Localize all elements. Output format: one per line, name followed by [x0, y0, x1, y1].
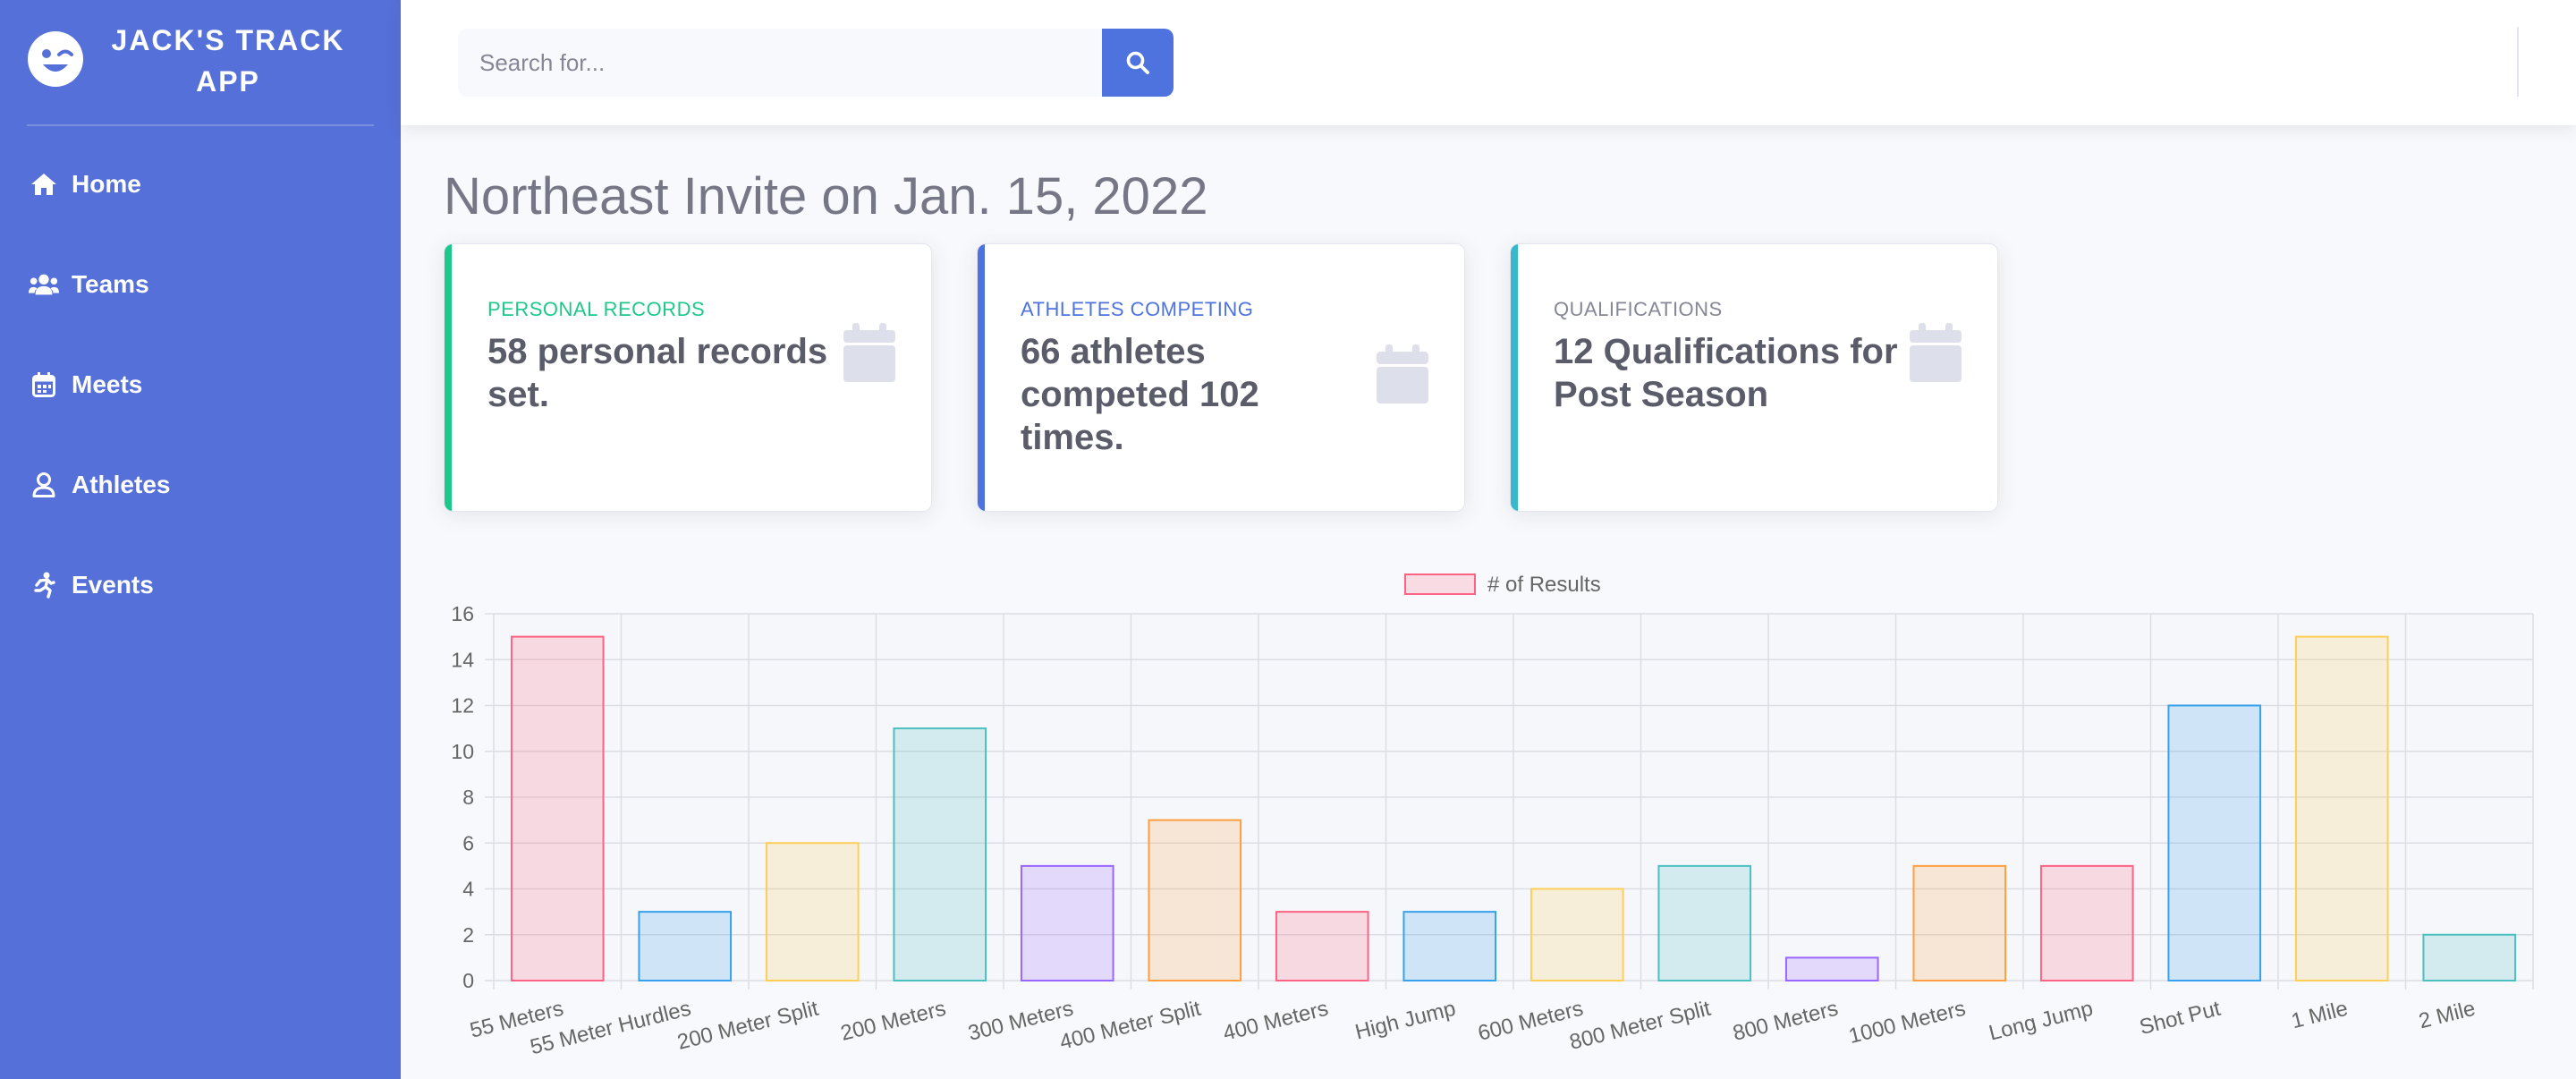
bar [1657, 864, 1752, 981]
card-personal-records: PERSONAL RECORDS 58 personal records set… [444, 243, 932, 512]
y-tick-label: 8 [462, 786, 474, 809]
brand-title: JACK'S TRACK APP [98, 20, 358, 102]
card-athletes-competing: ATHLETES COMPETING 66 athletes competed … [977, 243, 1465, 512]
sidebar-item-label: Athletes [72, 471, 171, 498]
card-label: PERSONAL RECORDS [487, 298, 706, 320]
x-tick-label: 200 Meters [838, 997, 948, 1046]
bar [1402, 911, 1497, 981]
sidebar-item-meets[interactable]: Meets [0, 335, 401, 435]
bar [1020, 864, 1114, 981]
bar [2039, 864, 2134, 981]
x-tick-label: Shot Put [2137, 997, 2223, 1041]
y-tick-label: 16 [451, 602, 474, 625]
y-tick-label: 0 [462, 969, 474, 992]
y-tick-label: 12 [451, 694, 474, 718]
bar [1275, 911, 1369, 981]
calendar-icon [1377, 344, 1428, 404]
sidebar-item-label: Teams [72, 270, 149, 298]
y-tick-label: 14 [451, 648, 474, 671]
brand-title-line1: JACK'S TRACK [111, 24, 345, 56]
bar [2167, 704, 2262, 981]
y-tick-label: 4 [462, 878, 474, 901]
x-tick-label: 2 Mile [2417, 997, 2479, 1034]
calendar-icon [29, 370, 59, 400]
search-icon [1126, 51, 1149, 74]
bar [2422, 933, 2517, 981]
sidebar-nav: Home Teams Meets Athletes Events [0, 134, 401, 635]
x-tick-label: 1 Mile [2289, 997, 2351, 1034]
y-tick-label: 10 [451, 740, 474, 763]
x-tick-label: 800 Meter Split [1567, 997, 1713, 1055]
user-icon [29, 470, 59, 500]
x-tick-label: Long Jump [1987, 997, 2096, 1046]
sidebar-item-label: Meets [72, 370, 143, 398]
card-accent [978, 244, 985, 511]
sidebar-item-events[interactable]: Events [0, 535, 401, 635]
sidebar-item-home[interactable]: Home [0, 134, 401, 234]
bar [510, 635, 605, 981]
search-form [458, 29, 1174, 97]
card-qualifications: QUALIFICATIONS 12 Qualifications for Pos… [1510, 243, 1998, 512]
x-tick-label: 800 Meters [1731, 997, 1841, 1046]
card-label: ATHLETES COMPETING [1021, 298, 1254, 320]
running-icon [29, 570, 59, 600]
x-tick-label: 400 Meter Split [1057, 997, 1203, 1055]
bar [638, 911, 733, 981]
sidebar-item-athletes[interactable]: Athletes [0, 435, 401, 535]
x-tick-label: 200 Meter Split [675, 997, 821, 1055]
bar [893, 727, 987, 981]
sidebar-item-label: Events [72, 571, 154, 599]
x-tick-label: 400 Meters [1221, 997, 1331, 1046]
card-value: 12 Qualifications for Post Season [1554, 332, 1898, 414]
calendar-icon [1910, 323, 1962, 382]
home-icon [29, 169, 59, 200]
sidebar-item-teams[interactable]: Teams [0, 234, 401, 335]
search-input[interactable] [458, 29, 1102, 97]
winking-face-icon [28, 31, 83, 87]
brand-link[interactable]: JACK'S TRACK APP [0, 0, 401, 125]
users-icon [29, 269, 59, 300]
bar [1912, 864, 2007, 981]
bar [1148, 819, 1242, 981]
card-accent [445, 244, 452, 511]
topbar [401, 0, 2576, 125]
sidebar-divider [27, 124, 374, 126]
sidebar: JACK'S TRACK APP Home Teams Meets Athlet… [0, 0, 401, 1079]
results-bar-chart: 024681012141655 Meters55 Meter Hurdles20… [451, 573, 2534, 1059]
y-tick-label: 2 [462, 923, 474, 947]
search-button[interactable] [1102, 29, 1174, 97]
page-title: Northeast Invite on Jan. 15, 2022 [444, 167, 1208, 225]
sidebar-item-label: Home [72, 170, 141, 198]
card-value: 66 athletes competed 102 times. [1021, 332, 1259, 457]
x-tick-label: High Jump [1352, 997, 1458, 1045]
legend-swatch [1404, 573, 1476, 595]
bar [2294, 635, 2389, 981]
bar [1784, 956, 1879, 981]
x-tick-label: 1000 Meters [1846, 997, 1968, 1049]
bar [765, 842, 860, 981]
legend-label: # of Results [1487, 573, 1601, 597]
card-label: QUALIFICATIONS [1554, 298, 1723, 320]
card-accent [1511, 244, 1518, 511]
y-tick-label: 6 [462, 831, 474, 854]
bar [1530, 888, 1624, 981]
calendar-icon [843, 323, 895, 382]
topbar-divider [2517, 27, 2519, 97]
card-value: 58 personal records set. [487, 332, 828, 414]
brand-title-line2: APP [196, 65, 260, 98]
